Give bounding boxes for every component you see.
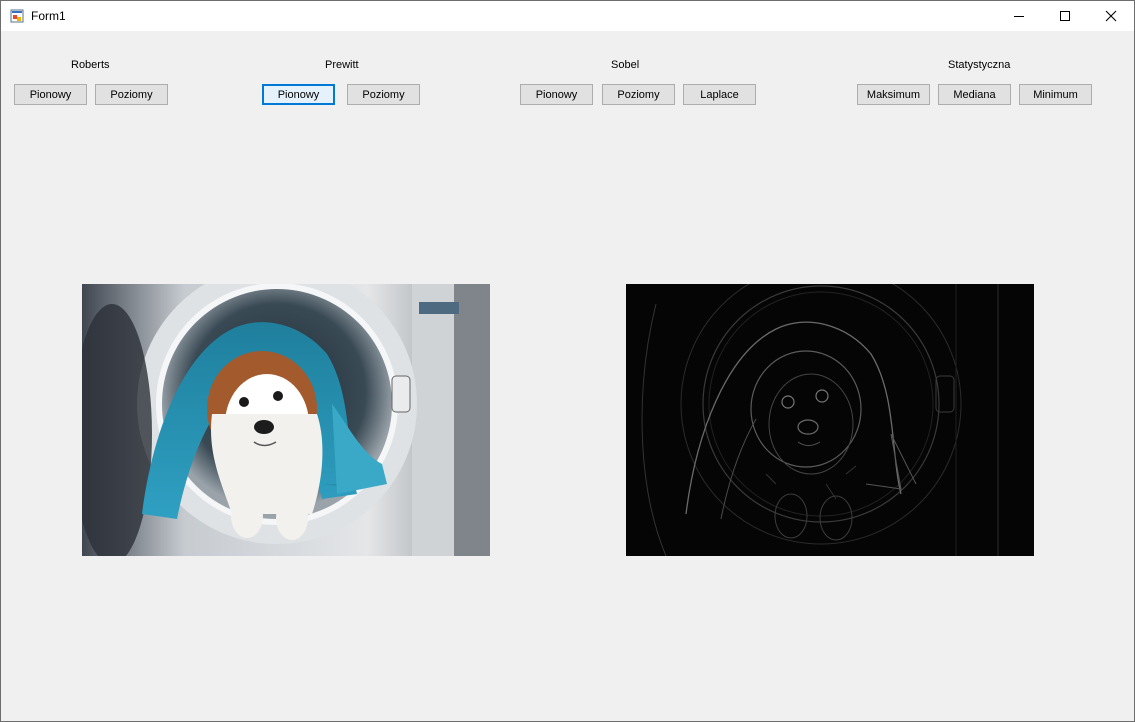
minimize-icon bbox=[1014, 16, 1024, 17]
title-bar[interactable]: Form1 bbox=[1, 1, 1134, 31]
window-title: Form1 bbox=[31, 9, 66, 23]
sobel-pionowy-button[interactable]: Pionowy bbox=[520, 84, 593, 105]
original-image-picturebox bbox=[82, 284, 490, 556]
maximize-button[interactable] bbox=[1042, 1, 1088, 31]
sobel-poziomy-button[interactable]: Poziomy bbox=[602, 84, 675, 105]
close-button[interactable] bbox=[1088, 1, 1134, 31]
sobel-laplace-button[interactable]: Laplace bbox=[683, 84, 756, 105]
minimize-button[interactable] bbox=[996, 1, 1042, 31]
prewitt-pionowy-button[interactable]: Pionowy bbox=[262, 84, 335, 105]
prewitt-label: Prewitt bbox=[325, 59, 359, 71]
form-app-icon bbox=[10, 9, 24, 23]
prewitt-poziomy-button[interactable]: Poziomy bbox=[347, 84, 420, 105]
statystyczna-mediana-button[interactable]: Mediana bbox=[938, 84, 1011, 105]
statystyczna-maksimum-button[interactable]: Maksimum bbox=[857, 84, 930, 105]
processed-photo bbox=[626, 284, 1034, 556]
statystyczna-label: Statystyczna bbox=[948, 59, 1011, 71]
original-photo bbox=[82, 284, 490, 556]
roberts-poziomy-button[interactable]: Poziomy bbox=[95, 84, 168, 105]
app-window: Form1 Roberts Pionowy Poziomy Prewitt Pi… bbox=[0, 0, 1135, 722]
roberts-label: Roberts bbox=[71, 59, 110, 71]
close-icon bbox=[1105, 10, 1117, 22]
processed-image-picturebox bbox=[626, 284, 1034, 556]
roberts-pionowy-button[interactable]: Pionowy bbox=[14, 84, 87, 105]
maximize-icon bbox=[1060, 11, 1070, 21]
statystyczna-minimum-button[interactable]: Minimum bbox=[1019, 84, 1092, 105]
sobel-label: Sobel bbox=[611, 59, 640, 71]
